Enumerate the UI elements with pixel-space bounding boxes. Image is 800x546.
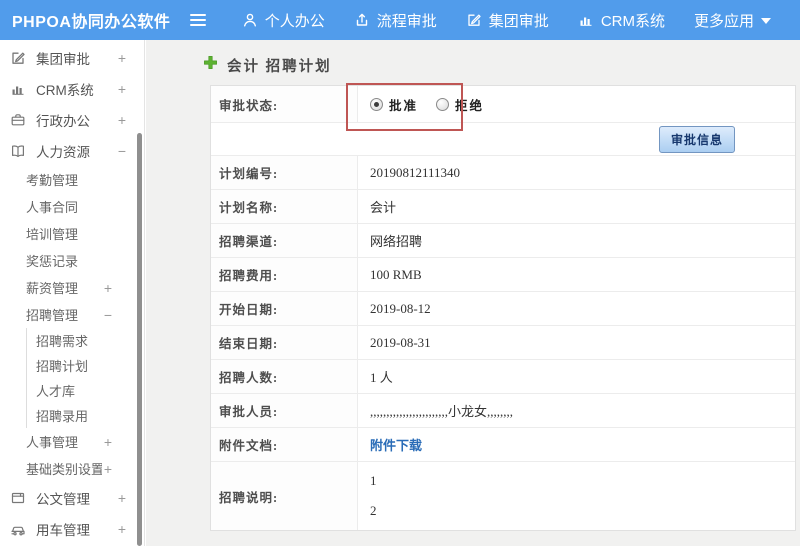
field-value: 1 人: [370, 370, 393, 385]
approval-info-button[interactable]: 审批信息: [658, 125, 735, 153]
caret-down-icon: [761, 16, 771, 24]
expander-icon[interactable]: +: [116, 81, 128, 97]
expander-icon[interactable]: +: [116, 50, 128, 66]
form-row-attachment: 附件文档: 附件下载: [211, 428, 795, 462]
form-row-plan-name: 计划名称: 会计: [211, 190, 795, 224]
sidebar-item-recruitment-plan[interactable]: 招聘计划: [26, 353, 144, 378]
sidebar-item-recruitment-management[interactable]: 招聘管理 −: [0, 301, 144, 328]
form-row-recruitment-channel: 招聘渠道: 网络招聘: [211, 224, 795, 258]
process-icon: [354, 12, 370, 28]
form-row-recruitment-cost: 招聘费用: 100 RMB: [211, 258, 795, 292]
expander-icon[interactable]: +: [102, 461, 114, 477]
book-icon: [10, 143, 27, 159]
sidebar-item-crm-system[interactable]: CRM系统 +: [0, 73, 144, 104]
main-content: 会计 招聘计划 审批状态: 批准 拒绝 审批信息 计划编号: 201908121…: [146, 40, 800, 546]
expander-icon[interactable]: +: [116, 490, 128, 506]
nav-crm-system[interactable]: CRM系统: [578, 10, 665, 31]
field-value: 20190812111340: [370, 164, 461, 180]
page-title: 会计 招聘计划: [227, 58, 332, 75]
sidebar-item-recruitment-hiring[interactable]: 招聘录用: [26, 403, 144, 428]
field-value: 100 RMB: [370, 266, 422, 282]
form-row-recruitment-notes: 招聘说明: 1 2: [211, 462, 795, 530]
nav-process-approval[interactable]: 流程审批: [354, 10, 437, 31]
sidebar-item-group-approval[interactable]: 集团审批 +: [0, 42, 144, 73]
form-row-approval-status: 审批状态: 批准 拒绝: [211, 86, 795, 123]
field-label: 计划编号:: [211, 156, 358, 189]
field-value: 会计: [370, 200, 397, 215]
field-label: 审批状态:: [211, 86, 358, 122]
sidebar-item-personnel-management[interactable]: 人事管理 +: [0, 428, 144, 455]
form-row-button: 审批信息: [211, 123, 795, 156]
edit-square-icon: [10, 50, 27, 66]
sidebar-item-attendance-management[interactable]: 考勤管理: [0, 166, 144, 193]
radio-reject-label: 拒绝: [455, 98, 485, 113]
nav-more-apps[interactable]: 更多应用: [694, 10, 771, 31]
form-row-approvers: 审批人员: ,,,,,,,,,,,,,,,,,,,,,,,,小龙女,,,,,,,…: [211, 394, 795, 428]
expander-icon[interactable]: +: [102, 280, 114, 296]
field-value: 1 2: [370, 473, 377, 518]
field-value: 2019-08-31: [370, 334, 431, 350]
field-label: 附件文档:: [211, 428, 358, 461]
nav-personal-office[interactable]: 个人办公: [242, 10, 325, 31]
sidebar-item-human-resources[interactable]: 人力资源 −: [0, 135, 144, 166]
field-label: 招聘人数:: [211, 360, 358, 393]
sidebar-item-recruitment-needs[interactable]: 招聘需求: [26, 328, 144, 353]
field-label: 招聘渠道:: [211, 224, 358, 257]
expander-icon[interactable]: −: [102, 307, 114, 323]
sidebar-item-hr-contract[interactable]: 人事合同: [0, 193, 144, 220]
expander-icon[interactable]: +: [102, 434, 114, 450]
add-icon: [203, 55, 218, 75]
edit-square-icon: [466, 12, 482, 28]
sidebar-item-talent-pool[interactable]: 人才库: [26, 378, 144, 403]
sidebar: 集团审批 + CRM系统 + 行政办公 + 人力资源 − 考勤管理 人事合同 培…: [0, 40, 145, 546]
sidebar-item-reward-punishment[interactable]: 奖惩记录: [0, 247, 144, 274]
bar-chart-icon: [10, 81, 27, 97]
top-bar: PHPOA协同办公软件 个人办公 流程审批 集团审批 CRM系统 更多应用: [0, 0, 800, 40]
sidebar-item-training-management[interactable]: 培训管理: [0, 220, 144, 247]
form-row-recruitment-count: 招聘人数: 1 人: [211, 360, 795, 394]
document-icon: [10, 490, 27, 506]
briefcase-icon: [10, 112, 27, 128]
sidebar-item-document-management[interactable]: 公文管理 +: [0, 482, 144, 513]
sidebar-item-vehicle-management[interactable]: 用车管理 +: [0, 513, 144, 544]
expander-icon[interactable]: −: [116, 143, 128, 159]
nav-group-approval[interactable]: 集团审批: [466, 10, 549, 31]
attachment-download-link[interactable]: 附件下载: [370, 438, 422, 453]
form-row-end-date: 结束日期: 2019-08-31: [211, 326, 795, 360]
bar-chart-icon: [578, 12, 594, 28]
detail-form: 审批状态: 批准 拒绝 审批信息 计划编号: 20190812111340 计划…: [210, 83, 796, 531]
app-logo: PHPOA协同办公软件: [12, 14, 171, 31]
sidebar-item-admin-office[interactable]: 行政办公 +: [0, 104, 144, 135]
form-row-start-date: 开始日期: 2019-08-12: [211, 292, 795, 326]
expander-icon[interactable]: +: [116, 521, 128, 537]
field-label: 审批人员:: [211, 394, 358, 427]
radio-reject[interactable]: [436, 97, 450, 111]
field-label: 计划名称:: [211, 190, 358, 223]
field-label: 招聘说明:: [211, 462, 358, 530]
form-row-plan-number: 计划编号: 20190812111340: [211, 156, 795, 190]
field-label: 招聘费用:: [211, 258, 358, 291]
sidebar-scrollbar[interactable]: [137, 133, 142, 546]
field-label: 结束日期:: [211, 326, 358, 359]
field-label: 开始日期:: [211, 292, 358, 325]
radio-approve[interactable]: [370, 97, 383, 111]
sidebar-item-basic-category-settings[interactable]: 基础类别设置 +: [0, 455, 144, 482]
user-icon: [242, 12, 258, 28]
expander-icon[interactable]: +: [116, 112, 128, 128]
field-value: ,,,,,,,,,,,,,,,,,,,,,,,,小龙女,,,,,,,,: [370, 404, 514, 419]
sidebar-item-salary-management[interactable]: 薪资管理 +: [0, 274, 144, 301]
field-value: 2019-08-12: [370, 300, 431, 316]
field-value: 附件下载: [358, 435, 795, 454]
car-icon: [10, 521, 27, 537]
hamburger-menu-icon[interactable]: [188, 12, 210, 28]
field-value: 网络招聘: [370, 234, 423, 249]
radio-approve-label: 批准: [389, 98, 419, 113]
top-nav: 个人办公 流程审批 集团审批 CRM系统 更多应用: [242, 10, 800, 31]
page-header: 会计 招聘计划: [203, 55, 800, 75]
sidebar-menu: 集团审批 + CRM系统 + 行政办公 + 人力资源 − 考勤管理 人事合同 培…: [0, 42, 144, 544]
